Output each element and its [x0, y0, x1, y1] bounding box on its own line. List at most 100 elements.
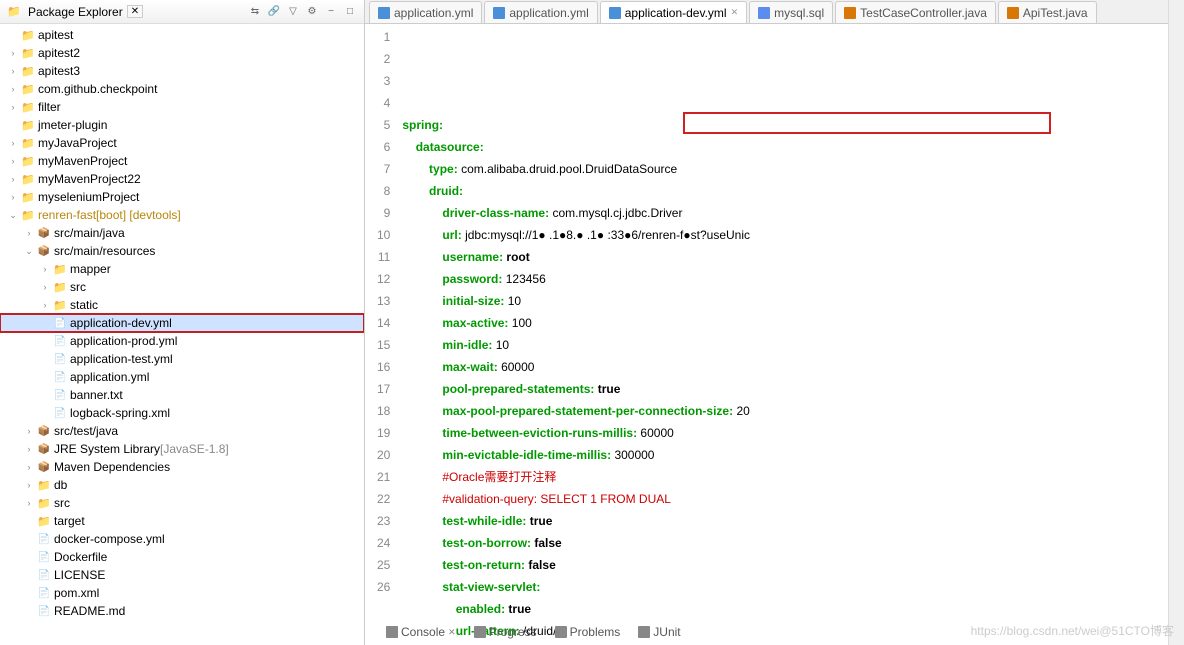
tab-testcasecontroller-java[interactable]: TestCaseController.java — [835, 1, 996, 23]
tree-item-banner-txt[interactable]: banner.txt — [0, 386, 364, 404]
code-line[interactable]: driver-class-name: com.mysql.cj.jdbc.Dri… — [402, 202, 750, 224]
twisty-icon[interactable]: › — [6, 174, 20, 184]
code-editor[interactable]: 1234567891011121314151617181920212223242… — [365, 24, 1168, 645]
code-line[interactable]: initial-size: 10 — [402, 290, 750, 312]
vertical-scrollbar[interactable] — [1168, 0, 1184, 645]
twisty-icon[interactable]: › — [6, 66, 20, 76]
tree-item-src-main-java[interactable]: ›src/main/java — [0, 224, 364, 242]
java-file-icon — [844, 7, 856, 19]
twisty-icon[interactable]: › — [22, 444, 36, 454]
code-line[interactable]: max-active: 100 — [402, 312, 750, 334]
tree-item-license[interactable]: LICENSE — [0, 566, 364, 584]
tab-application-yml[interactable]: application.yml — [369, 1, 482, 23]
twisty-icon[interactable]: › — [6, 192, 20, 202]
twisty-icon[interactable]: › — [6, 156, 20, 166]
code-line[interactable]: #validation-query: SELECT 1 FROM DUAL — [402, 488, 750, 510]
maximize-icon[interactable]: □ — [342, 4, 358, 20]
filter-icon[interactable]: ⚙ — [304, 4, 320, 20]
code-line[interactable]: datasource: — [402, 136, 750, 158]
tree-item-application-test-yml[interactable]: application-test.yml — [0, 350, 364, 368]
code-line[interactable]: enabled: true — [402, 598, 750, 620]
tree-item-maven-dependencies[interactable]: ›Maven Dependencies — [0, 458, 364, 476]
tree-item-src[interactable]: ›src — [0, 494, 364, 512]
code-line[interactable]: test-while-idle: true — [402, 510, 750, 532]
code-line[interactable]: max-wait: 60000 — [402, 356, 750, 378]
bottom-tab-junit[interactable]: JUnit — [632, 624, 686, 640]
tree-item-src[interactable]: ›src — [0, 278, 364, 296]
code-line[interactable]: druid: — [402, 180, 750, 202]
tree-item-docker-compose-yml[interactable]: docker-compose.yml — [0, 530, 364, 548]
tree-item-apitest[interactable]: apitest — [0, 26, 364, 44]
package-tree[interactable]: apitest›apitest2›apitest3›com.github.che… — [0, 24, 364, 645]
tab-application-dev-yml[interactable]: application-dev.yml✕ — [600, 1, 747, 23]
tree-item-mymavenproject[interactable]: ›myMavenProject — [0, 152, 364, 170]
twisty-icon[interactable]: › — [38, 264, 52, 274]
code-line[interactable]: type: com.alibaba.druid.pool.DruidDataSo… — [402, 158, 750, 180]
view-menu-icon[interactable]: ▽ — [285, 4, 301, 20]
tree-item-application-prod-yml[interactable]: application-prod.yml — [0, 332, 364, 350]
tree-item-mymavenproject22[interactable]: ›myMavenProject22 — [0, 170, 364, 188]
tab-apitest-java[interactable]: ApiTest.java — [998, 1, 1097, 23]
code-line[interactable]: min-evictable-idle-time-millis: 300000 — [402, 444, 750, 466]
code-line[interactable]: test-on-return: false — [402, 554, 750, 576]
tree-item-static[interactable]: ›static — [0, 296, 364, 314]
bottom-tab-problems[interactable]: Problems — [549, 624, 627, 640]
close-tab-icon[interactable]: ✕ — [731, 7, 739, 18]
tree-item-pom-xml[interactable]: pom.xml — [0, 584, 364, 602]
tree-item-mapper[interactable]: ›mapper — [0, 260, 364, 278]
collapse-all-icon[interactable]: ⇆ — [247, 4, 263, 20]
tab-mysql-sql[interactable]: mysql.sql — [749, 1, 833, 23]
bottom-tab-progress[interactable]: Progress — [468, 624, 543, 640]
tree-item-apitest3[interactable]: ›apitest3 — [0, 62, 364, 80]
tree-item-dockerfile[interactable]: Dockerfile — [0, 548, 364, 566]
twisty-icon[interactable]: › — [22, 480, 36, 490]
twisty-icon[interactable]: ⌄ — [22, 246, 36, 257]
twisty-icon[interactable]: › — [6, 48, 20, 58]
code-line[interactable]: url: jdbc:mysql://1● .1●8.● .1● :33●6/re… — [402, 224, 750, 246]
code-line[interactable]: #Oracle需要打开注释 — [402, 466, 750, 488]
code-line[interactable]: min-idle: 10 — [402, 334, 750, 356]
tree-item-application-dev-yml[interactable]: application-dev.yml — [0, 314, 364, 332]
minimize-icon[interactable]: − — [323, 4, 339, 20]
twisty-icon[interactable]: › — [6, 102, 20, 112]
twisty-icon[interactable]: › — [22, 228, 36, 238]
close-panel-icon[interactable]: ✕ — [127, 5, 143, 18]
tree-item-readme-md[interactable]: README.md — [0, 602, 364, 620]
tree-item-application-yml[interactable]: application.yml — [0, 368, 364, 386]
twisty-icon[interactable]: › — [22, 498, 36, 508]
tree-item-com-github-checkpoint[interactable]: ›com.github.checkpoint — [0, 80, 364, 98]
code-token — [402, 558, 442, 572]
code-line[interactable]: stat-view-servlet: — [402, 576, 750, 598]
twisty-icon[interactable]: › — [6, 84, 20, 94]
code-line[interactable]: spring: — [402, 114, 750, 136]
twisty-icon[interactable]: › — [38, 282, 52, 292]
tree-item-target[interactable]: target — [0, 512, 364, 530]
close-view-icon[interactable]: ✕ — [448, 627, 456, 638]
tree-item-filter[interactable]: ›filter — [0, 98, 364, 116]
twisty-icon[interactable]: › — [22, 426, 36, 436]
twisty-icon[interactable]: › — [22, 462, 36, 472]
link-editor-icon[interactable]: 🔗 — [266, 4, 282, 20]
tree-item-src-main-resources[interactable]: ⌄src/main/resources — [0, 242, 364, 260]
twisty-icon[interactable]: › — [6, 138, 20, 148]
tree-item-myseleniumproject[interactable]: ›myseleniumProject — [0, 188, 364, 206]
code-line[interactable]: test-on-borrow: false — [402, 532, 750, 554]
bottom-tab-console[interactable]: Console✕ — [380, 624, 462, 640]
tree-item-jmeter-plugin[interactable]: jmeter-plugin — [0, 116, 364, 134]
code-line[interactable]: time-between-eviction-runs-millis: 60000 — [402, 422, 750, 444]
code-content[interactable]: spring: datasource: type: com.alibaba.dr… — [398, 24, 754, 645]
tree-item-logback-spring-xml[interactable]: logback-spring.xml — [0, 404, 364, 422]
code-line[interactable]: password: 123456 — [402, 268, 750, 290]
twisty-icon[interactable]: ⌄ — [6, 210, 20, 221]
tab-application-yml[interactable]: application.yml — [484, 1, 597, 23]
code-line[interactable]: username: root — [402, 246, 750, 268]
tree-item-src-test-java[interactable]: ›src/test/java — [0, 422, 364, 440]
tree-item-jre-system-library[interactable]: ›JRE System Library [JavaSE-1.8] — [0, 440, 364, 458]
code-line[interactable]: max-pool-prepared-statement-per-connecti… — [402, 400, 750, 422]
tree-item-myjavaproject[interactable]: ›myJavaProject — [0, 134, 364, 152]
code-line[interactable]: pool-prepared-statements: true — [402, 378, 750, 400]
tree-item-apitest2[interactable]: ›apitest2 — [0, 44, 364, 62]
tree-item-renren-fast[interactable]: ⌄renren-fast [boot] [devtools] — [0, 206, 364, 224]
twisty-icon[interactable]: › — [38, 300, 52, 310]
tree-item-db[interactable]: ›db — [0, 476, 364, 494]
